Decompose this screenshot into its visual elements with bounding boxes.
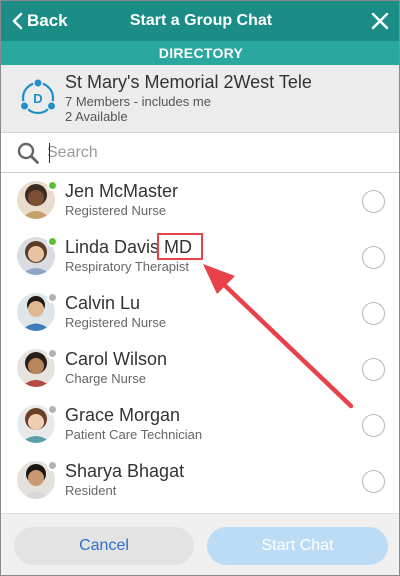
group-icon-letter: D [33, 91, 42, 106]
select-radio[interactable] [362, 358, 385, 381]
contact-name: Grace Morgan [65, 405, 181, 425]
back-button[interactable]: Back [11, 1, 68, 41]
close-icon [371, 12, 389, 30]
search-input[interactable] [47, 139, 377, 167]
back-label: Back [27, 11, 68, 30]
text-caret [49, 143, 50, 163]
select-radio[interactable] [362, 470, 385, 493]
contact-row-carol-wilson[interactable]: Carol Wilson Charge Nurse [1, 341, 399, 397]
avatar [17, 404, 58, 443]
group-network-icon: D [19, 78, 57, 115]
presence-offline-indicator [47, 292, 58, 303]
avatar [17, 460, 58, 499]
avatar [17, 292, 58, 331]
group-name: St Mary's Memorial 2West Tele [65, 72, 312, 92]
select-radio[interactable] [362, 302, 385, 325]
contact-list: Jen McMaster Registered Nurse Linda Davi… [1, 173, 399, 513]
contact-role: Charge Nurse [65, 371, 146, 386]
presence-offline-indicator [47, 460, 58, 471]
avatar [17, 348, 58, 387]
select-radio[interactable] [362, 414, 385, 437]
group-available: 2 Available [65, 109, 128, 124]
start-chat-button[interactable]: Start Chat [207, 527, 388, 565]
contact-role: Respiratory Therapist [65, 259, 190, 274]
contact-row-calvin-lu[interactable]: Calvin Lu Registered Nurse [1, 285, 399, 341]
cancel-button[interactable]: Cancel [14, 527, 194, 565]
contact-name: Calvin Lu [65, 293, 141, 313]
top-bar: Back Start a Group Chat [1, 1, 399, 41]
presence-available-indicator [47, 180, 58, 191]
avatar [17, 236, 58, 275]
app-window: Back Start a Group Chat DIRECTORY D St M… [0, 0, 400, 576]
contact-name: Carol Wilson [65, 349, 168, 369]
avatar [17, 180, 58, 219]
contact-role: Registered Nurse [65, 203, 167, 218]
contact-name: Jen McMaster [65, 181, 179, 201]
contact-row-grace-morgan[interactable]: Grace Morgan Patient Care Technician [1, 397, 399, 453]
contact-row-sharya-bhagat[interactable]: Sharya Bhagat Resident [1, 453, 399, 509]
contact-name: Sharya Bhagat [65, 461, 185, 481]
search-bar [1, 133, 399, 173]
presence-offline-indicator [47, 348, 58, 359]
group-members: 7 Members - includes me [65, 94, 211, 109]
search-icon [17, 142, 39, 164]
group-info: D St Mary's Memorial 2West Tele 7 Member… [1, 65, 399, 133]
footer-bar: Cancel Start Chat [1, 513, 399, 575]
select-radio[interactable] [362, 246, 385, 269]
contact-role: Registered Nurse [65, 315, 167, 330]
contact-row-jen-mcmaster[interactable]: Jen McMaster Registered Nurse [1, 173, 399, 229]
contact-role: Patient Care Technician [65, 427, 203, 442]
select-radio[interactable] [362, 190, 385, 213]
presence-available-indicator [47, 236, 58, 247]
directory-header: DIRECTORY [1, 41, 399, 65]
chevron-left-icon [12, 12, 23, 30]
annotation-highlight-box [157, 233, 203, 260]
presence-offline-indicator [47, 404, 58, 415]
close-button[interactable] [371, 12, 389, 30]
contact-role: Resident [65, 483, 117, 498]
